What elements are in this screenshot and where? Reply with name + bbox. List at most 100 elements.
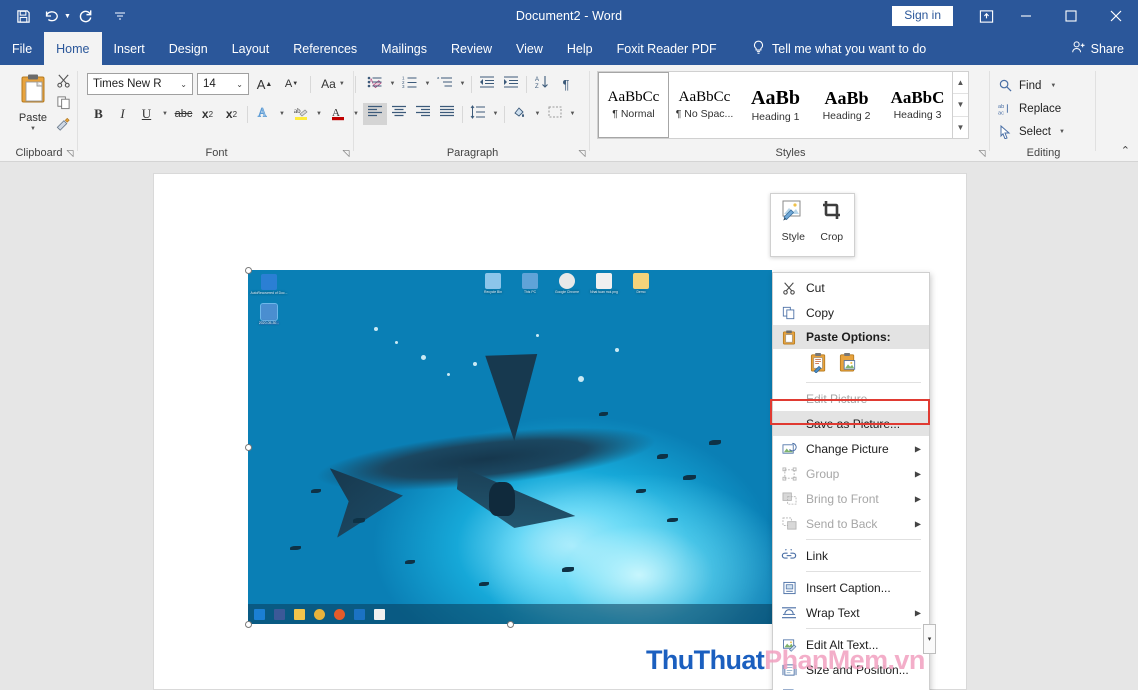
decrease-indent-button[interactable] [475,73,499,95]
paragraph-dialog-launcher[interactable]: ◹ [576,147,588,159]
multilevel-list-button[interactable]: a [433,73,457,95]
shrink-font-button[interactable]: A ▼ [280,73,303,95]
context-menu-item-format-picture[interactable]: Format Picture... [773,682,929,690]
style-normal[interactable]: AaBbCc ¶ Normal [598,72,669,138]
chevron-down-icon[interactable]: ▼ [339,81,345,87]
shading-dropdown-icon[interactable]: ▼ [532,103,543,125]
minimize-button[interactable] [1003,0,1048,32]
find-button[interactable]: Find ▼ [997,75,1056,96]
tell-me-search[interactable]: Tell me what you want to do [752,32,926,65]
font-name-combobox[interactable]: Times New R ⌄ [87,73,193,95]
collapse-ribbon-button[interactable]: ⌃ [1121,144,1130,157]
chevron-down-icon[interactable]: ⌄ [177,80,190,89]
picture-resize-handle-bc[interactable] [507,621,514,628]
italic-button[interactable]: I [111,103,134,125]
tab-design[interactable]: Design [157,32,220,65]
styles-more-button[interactable]: ▼ [953,117,968,138]
borders-button[interactable] [543,103,567,125]
align-left-button[interactable] [363,103,387,125]
sort-button[interactable]: AZ [530,73,554,95]
strikethrough-button[interactable]: abc [172,103,195,125]
style-heading-2[interactable]: AaBb Heading 2 [811,72,882,138]
tab-home[interactable]: Home [44,32,102,65]
paste-picture-icon[interactable] [838,352,858,376]
bold-button[interactable]: B [87,103,110,125]
tab-view[interactable]: View [504,32,555,65]
bullets-button[interactable] [363,73,387,95]
borders-dropdown-icon[interactable]: ▼ [567,103,578,125]
paste-button[interactable]: Paste ▼ [10,73,56,139]
context-menu-item-link[interactable]: Link [773,543,929,568]
context-menu-item-size-and-position[interactable]: Size and Position... [773,657,929,682]
font-color-button[interactable]: A [326,103,349,125]
chevron-down-icon[interactable]: ⌄ [233,80,246,89]
tab-help[interactable]: Help [555,32,605,65]
align-center-button[interactable] [387,103,411,125]
context-menu-item-cut[interactable]: Cut [773,275,929,300]
justify-button[interactable] [435,103,459,125]
subscript-button[interactable]: x2 [196,103,219,125]
picture-resize-handle-tl[interactable] [245,267,252,274]
line-spacing-dropdown-icon[interactable]: ▼ [490,103,501,125]
tab-mailings[interactable]: Mailings [369,32,439,65]
numbering-dropdown-icon[interactable]: ▼ [422,73,433,95]
highlight-dropdown-icon[interactable]: ▼ [313,103,325,125]
tab-references[interactable]: References [281,32,369,65]
text-effects-dropdown-icon[interactable]: ▼ [276,103,288,125]
picture-resize-handle-ml[interactable] [245,444,252,451]
select-button[interactable]: Select ▼ [997,121,1065,142]
tab-review[interactable]: Review [439,32,504,65]
sign-in-button[interactable]: Sign in [892,5,953,27]
tab-layout[interactable]: Layout [220,32,282,65]
font-dialog-launcher[interactable]: ◹ [340,147,352,159]
line-spacing-button[interactable] [466,103,490,125]
align-right-button[interactable] [411,103,435,125]
context-menu-item-change-picture[interactable]: Change Picture ▶ [773,436,929,461]
show-formatting-marks-button[interactable]: ¶ [554,73,578,95]
copy-button[interactable] [52,95,74,115]
style-heading-3[interactable]: AaBbC Heading 3 [882,72,953,138]
context-menu-item-copy[interactable]: Copy [773,300,929,325]
tab-foxit-reader-pdf[interactable]: Foxit Reader PDF [605,32,729,65]
multilevel-dropdown-icon[interactable]: ▼ [457,73,468,95]
picture-resize-handle-bl[interactable] [245,621,252,628]
context-menu-item-edit-alt-text[interactable]: Edit Alt Text... [773,632,929,657]
styles-scroll-up-button[interactable]: ▲ [953,72,968,95]
share-button[interactable]: Share [1071,32,1124,65]
picture-style-button[interactable]: Style [774,199,813,253]
style-heading-1[interactable]: AaBb Heading 1 [740,72,811,138]
styles-scroll-down-button[interactable]: ▼ [953,94,968,117]
tab-insert[interactable]: Insert [102,32,157,65]
select-dropdown-icon[interactable]: ▼ [1059,129,1065,135]
crop-button[interactable]: Crop [813,199,852,253]
context-menu-item-save-as-picture[interactable]: Save as Picture... [773,411,929,436]
numbering-button[interactable]: 123 [398,73,422,95]
increase-indent-button[interactable] [499,73,523,95]
close-button[interactable] [1093,0,1138,32]
replace-button[interactable]: ab ac Replace [997,98,1061,119]
maximize-button[interactable] [1048,0,1093,32]
change-case-button[interactable]: Aa ▼ [318,73,348,95]
cut-button[interactable] [52,73,74,93]
underline-button[interactable]: U [135,103,158,125]
context-menu-item-wrap-text[interactable]: Wrap Text ▶ [773,600,929,625]
find-dropdown-icon[interactable]: ▼ [1050,83,1056,89]
tab-file[interactable]: File [0,32,44,65]
superscript-button[interactable]: x2 [220,103,243,125]
highlight-button[interactable]: ab [289,103,312,125]
context-menu-item-insert-caption[interactable]: Insert Caption... [773,575,929,600]
clipboard-dialog-launcher[interactable]: ◹ [64,147,76,159]
menu-overflow-icon[interactable]: ▾ [923,624,936,654]
paste-dropdown-icon[interactable]: ▼ [30,126,36,132]
styles-dialog-launcher[interactable]: ◹ [976,147,988,159]
grow-font-button[interactable]: A ▲ [253,73,276,95]
embedded-picture[interactable]: AutoRecovered of Doc... 2020-05-30... Re… [248,270,772,624]
underline-dropdown-icon[interactable]: ▼ [159,103,171,125]
style-no-spacing[interactable]: AaBbCc ¶ No Spac... [669,72,740,138]
ribbon-display-options-icon[interactable] [969,0,1003,32]
styles-gallery-scrollbar[interactable]: ▲ ▼ ▼ [952,71,969,139]
paste-keep-source-formatting-icon[interactable] [809,352,829,376]
font-size-combobox[interactable]: 14 ⌄ [197,73,249,95]
format-painter-button[interactable] [52,117,74,137]
shading-button[interactable] [508,103,532,125]
